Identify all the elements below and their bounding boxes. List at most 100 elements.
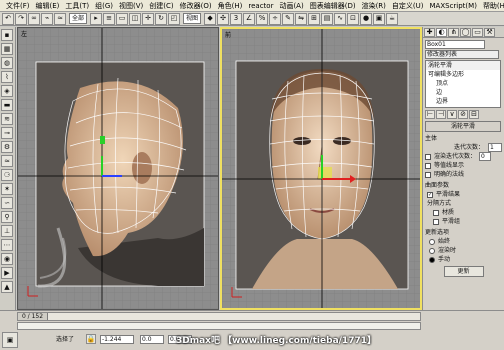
undo-icon[interactable]: ↶ bbox=[2, 12, 14, 25]
window-crossing-icon[interactable]: ◫ bbox=[129, 12, 142, 25]
menu-graph-editors[interactable]: 图表编辑器(D) bbox=[307, 0, 359, 12]
menu-maxscript[interactable]: MAXScript(M) bbox=[427, 0, 480, 12]
schematic-view-icon[interactable]: ⊡ bbox=[347, 12, 360, 25]
move-icon[interactable]: ✛ bbox=[142, 12, 155, 25]
layer-manager-icon[interactable]: ▤ bbox=[321, 12, 334, 25]
menu-group[interactable]: 组(G) bbox=[92, 0, 116, 12]
percent-snap-icon[interactable]: % bbox=[256, 12, 269, 25]
named-selection-icon[interactable]: ✎ bbox=[282, 12, 295, 25]
selection-filter-dropdown[interactable]: 全部 bbox=[69, 13, 88, 24]
plane-icon[interactable]: ▬ bbox=[1, 99, 13, 111]
menu-customize[interactable]: 自定义(U) bbox=[389, 0, 427, 12]
stack-item-edge[interactable]: 边 bbox=[426, 88, 500, 97]
maxscript-listener-icon[interactable]: ▣ bbox=[2, 332, 18, 348]
bind-spacewarp-icon[interactable]: ≈ bbox=[54, 12, 66, 25]
wind-icon[interactable]: ≈ bbox=[1, 155, 13, 167]
time-slider-thumb[interactable]: 0 / 152 bbox=[18, 313, 48, 320]
pin-stack-icon[interactable]: ⊢ bbox=[425, 110, 435, 119]
y-coordinate-field[interactable]: 0.0 bbox=[140, 335, 164, 344]
remove-modifier-icon[interactable]: ⊘ bbox=[458, 110, 468, 119]
render-scene-icon[interactable]: ▣ bbox=[373, 12, 386, 25]
align-icon[interactable]: ⊞ bbox=[308, 12, 321, 25]
explicit-normals-checkbox[interactable] bbox=[425, 171, 431, 178]
always-radio[interactable] bbox=[429, 238, 435, 245]
reference-coord-dropdown[interactable]: 视图 bbox=[183, 13, 202, 24]
water-icon[interactable]: ∽ bbox=[1, 197, 13, 209]
viewport-front[interactable]: 前 bbox=[220, 27, 422, 310]
pivot-icon[interactable]: ◆ bbox=[204, 12, 217, 25]
hierarchy-tab-icon[interactable]: ⋔ bbox=[448, 28, 459, 37]
modify-tab-icon[interactable]: ◐ bbox=[436, 28, 447, 37]
smooth-result-checkbox[interactable]: ✓ bbox=[427, 191, 433, 198]
snaps-icon[interactable]: 3 bbox=[230, 12, 243, 25]
select-manipulate-icon[interactable]: ✣ bbox=[217, 12, 230, 25]
spring-icon[interactable]: ≋ bbox=[1, 113, 13, 125]
render-iterations-checkbox[interactable] bbox=[425, 153, 431, 160]
menu-animation[interactable]: 动画(A) bbox=[276, 0, 306, 12]
select-object-icon[interactable]: ▸ bbox=[90, 12, 103, 25]
dashpot-icon[interactable]: ⊸ bbox=[1, 127, 13, 139]
motion-tab-icon[interactable]: ◯ bbox=[460, 28, 471, 37]
rope-icon[interactable]: ⌇ bbox=[1, 71, 13, 83]
viewport-front-label[interactable]: 前 bbox=[225, 30, 231, 39]
when-rendering-radio[interactable] bbox=[429, 247, 435, 254]
display-tab-icon[interactable]: ▭ bbox=[472, 28, 483, 37]
create-tab-icon[interactable]: ✚ bbox=[424, 28, 435, 37]
analyze-world-icon[interactable]: ◉ bbox=[1, 253, 13, 265]
unlink-icon[interactable]: ⌁ bbox=[41, 12, 53, 25]
curve-editor-icon[interactable]: ∿ bbox=[334, 12, 347, 25]
viewport-left[interactable]: 左 bbox=[17, 27, 219, 310]
motor-icon[interactable]: ⚙ bbox=[1, 141, 13, 153]
update-button[interactable]: 更新 bbox=[443, 266, 484, 277]
menu-tools[interactable]: 工具(T) bbox=[62, 0, 92, 12]
rollout-turbosmooth-header[interactable]: 涡轮平滑 bbox=[425, 121, 501, 132]
menu-modifiers[interactable]: 修改器(O) bbox=[177, 0, 215, 12]
time-slider[interactable]: 0 / 152 bbox=[17, 312, 421, 321]
deforming-mesh-icon[interactable]: ◈ bbox=[1, 85, 13, 97]
create-animation-icon[interactable]: ▲ bbox=[1, 281, 13, 293]
link-icon[interactable]: ∞ bbox=[28, 12, 40, 25]
menu-create[interactable]: 创建(C) bbox=[146, 0, 176, 12]
stack-item-border[interactable]: 边界 bbox=[426, 97, 500, 106]
viewport-left-label[interactable]: 左 bbox=[21, 29, 27, 38]
angle-snap-icon[interactable]: ∠ bbox=[243, 12, 256, 25]
menu-help[interactable]: 帮助(H) bbox=[480, 0, 504, 12]
selection-lock-icon[interactable]: 🔒 bbox=[86, 334, 96, 344]
cloth-icon[interactable]: ▦ bbox=[1, 43, 13, 55]
smoothing-groups-checkbox[interactable] bbox=[433, 218, 439, 225]
menu-views[interactable]: 视图(V) bbox=[116, 0, 146, 12]
show-end-result-icon[interactable]: ⊣ bbox=[436, 110, 446, 119]
iterations-spinner[interactable]: 1 bbox=[488, 143, 502, 152]
render-iterations-spinner[interactable]: 0 bbox=[479, 152, 492, 161]
mirror-icon[interactable]: ⇋ bbox=[295, 12, 308, 25]
material-editor-icon[interactable]: ● bbox=[360, 12, 373, 25]
point-to-point-icon[interactable]: ⋯ bbox=[1, 239, 13, 251]
scale-icon[interactable]: ◰ bbox=[168, 12, 181, 25]
rotate-icon[interactable]: ↻ bbox=[155, 12, 168, 25]
configure-sets-icon[interactable]: ⊟ bbox=[469, 110, 479, 119]
make-unique-icon[interactable]: ∨ bbox=[447, 110, 457, 119]
materials-checkbox[interactable] bbox=[433, 209, 439, 216]
stack-item-turbosmooth[interactable]: 涡轮平滑 bbox=[426, 61, 500, 70]
object-name-field[interactable]: Box01 bbox=[425, 40, 485, 49]
hinge-icon[interactable]: ⊥ bbox=[1, 225, 13, 237]
manually-radio[interactable] bbox=[429, 256, 435, 263]
x-coordinate-field[interactable]: -1.244 bbox=[100, 335, 134, 344]
soft-body-icon[interactable]: ◍ bbox=[1, 57, 13, 69]
menu-file[interactable]: 文件(F) bbox=[3, 0, 33, 12]
constraint-icon[interactable]: ⚲ bbox=[1, 211, 13, 223]
preview-animation-icon[interactable]: ▶ bbox=[1, 267, 13, 279]
select-by-name-icon[interactable]: ≡ bbox=[103, 12, 116, 25]
toy-car-icon[interactable]: ⚆ bbox=[1, 169, 13, 181]
modifier-list-dropdown[interactable]: 修改器列表 bbox=[425, 50, 499, 59]
utilities-tab-icon[interactable]: ⚒ bbox=[484, 28, 495, 37]
track-bar[interactable] bbox=[17, 322, 421, 330]
menu-edit[interactable]: 编辑(E) bbox=[33, 0, 63, 12]
rect-selection-icon[interactable]: ▭ bbox=[116, 12, 129, 25]
spinner-snap-icon[interactable]: ÷ bbox=[269, 12, 282, 25]
stack-item-vertex[interactable]: 顶点 bbox=[426, 79, 500, 88]
rigid-body-icon[interactable]: ▪ bbox=[1, 29, 13, 41]
menu-reactor[interactable]: reactor bbox=[245, 0, 276, 12]
fracture-icon[interactable]: ✶ bbox=[1, 183, 13, 195]
menu-rendering[interactable]: 渲染(R) bbox=[359, 0, 389, 12]
